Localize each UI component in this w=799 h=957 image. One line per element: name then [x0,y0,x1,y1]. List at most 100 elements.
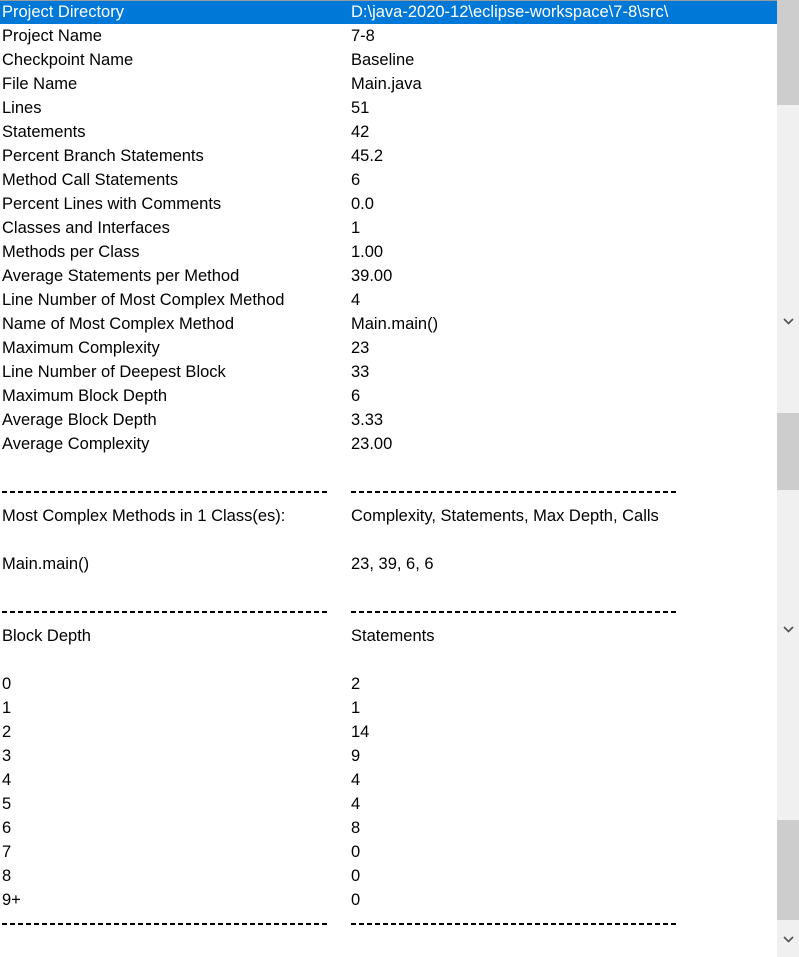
metric-row-label: Average Block Depth [2,411,157,429]
metric-row[interactable]: Classes and Interfaces 1 [0,216,777,240]
scrollbar-column[interactable] [777,0,799,957]
metric-row[interactable]: Average Complexity 23.00 [0,432,777,456]
metric-row-value: 7-8 [351,27,375,45]
metric-row-value: 51 [351,99,370,117]
metric-row-value: 33 [351,363,370,381]
metric-row-label: Average Statements per Method [2,267,240,285]
separator-complex-methods [0,480,777,504]
block-depth-row-value: 9 [351,747,361,765]
metrics-list[interactable]: Project Directory D:\java-2020-12\eclipse… [0,0,777,456]
metrics-report-pane[interactable]: Project Directory D:\java-2020-12\eclipse… [0,0,777,957]
metric-row-label: Lines [2,99,42,117]
block-depth-gap [0,648,777,672]
separator-right-segment [351,923,678,925]
block-depth-row-label: 7 [2,843,12,861]
block-depth-row-label: 3 [2,747,12,765]
block-depth-row-label: 4 [2,771,12,789]
metric-row-label: File Name [2,75,78,93]
block-depth-header-label: Block Depth [2,627,91,645]
metric-row-value: 6 [351,387,361,405]
metric-row[interactable]: Project Directory D:\java-2020-12\eclipse… [0,0,777,24]
block-depth-row[interactable]: 9+ 0 [0,888,777,912]
block-depth-row-value: 0 [351,843,361,861]
metric-row[interactable]: Checkpoint Name Baseline [0,48,777,72]
metric-row[interactable]: Lines 51 [0,96,777,120]
metric-row-value: Baseline [351,51,415,69]
metric-row[interactable]: File Name Main.java [0,72,777,96]
chevron-down-icon[interactable] [777,620,799,638]
block-depth-row-value: 4 [351,771,361,789]
metric-row-label: Maximum Complexity [2,339,160,357]
metric-row-label: Checkpoint Name [2,51,134,69]
metric-row[interactable]: Percent Branch Statements 45.2 [0,144,777,168]
block-depth-table[interactable]: 0 2 1 1 2 14 3 9 4 4 5 4 6 8 7 0 8 0 9+ 0 [0,672,777,912]
metric-row-label: Line Number of Most Complex Method [2,291,285,309]
block-depth-row-value: 8 [351,819,361,837]
block-depth-row-label: 6 [2,819,12,837]
chevron-down-icon[interactable] [777,312,799,330]
complex-method-row[interactable]: Main.main() 23, 39, 6, 6 [0,552,777,576]
block-depth-row[interactable]: 2 14 [0,720,777,744]
metric-row-value: 23.00 [351,435,393,453]
metric-row-value: 1 [351,219,361,237]
block-depth-row[interactable]: 80 [0,864,777,888]
metric-row[interactable]: Maximum Complexity 23 [0,336,777,360]
metric-row[interactable]: Maximum Block Depth 6 [0,384,777,408]
metric-row-value: 42 [351,123,370,141]
separator-left-segment [2,923,327,925]
block-depth-row-label: 9+ [2,891,21,909]
scrollbar-upper-thumb[interactable] [777,0,799,105]
complex-methods-list[interactable]: Main.main() 23, 39, 6, 6 [0,552,777,576]
block-depth-row[interactable]: 02 [0,672,777,696]
metric-row-value: Main.main() [351,315,439,333]
metric-row-value: 39.00 [351,267,393,285]
metric-row[interactable]: Line Number of Most Complex Method 4 [0,288,777,312]
metric-row[interactable]: Project Name 7-8 [0,24,777,48]
metric-row-value: Main.java [351,75,422,93]
metric-row-value: 45.2 [351,147,384,165]
block-depth-row[interactable]: 54 [0,792,777,816]
metric-row-value: D:\java-2020-12\eclipse-workspace\7-8\sr… [351,3,669,21]
metric-row[interactable]: Percent Lines with Comments 0.0 [0,192,777,216]
block-depth-row[interactable]: 44 [0,768,777,792]
separator-block-depth [0,600,777,624]
scrollbar-upper[interactable] [777,0,799,410]
block-depth-row-value: 1 [351,699,361,717]
block-depth-row-label: 1 [2,699,12,717]
metric-row-label: Method Call Statements [2,171,179,189]
metric-row[interactable]: Line Number of Deepest Block 33 [0,360,777,384]
block-depth-row-value: 0 [351,891,361,909]
block-depth-row[interactable]: 68 [0,816,777,840]
metric-row-value: 6 [351,171,361,189]
scrollbar-lower-thumb[interactable] [777,820,799,920]
metric-row[interactable]: Name of Most Complex Method Main.main() [0,312,777,336]
block-depth-row-value: 0 [351,867,361,885]
metric-row[interactable]: Average Block Depth 3.33 [0,408,777,432]
block-depth-row-label: 0 [2,675,12,693]
metric-row-value: 23 [351,339,370,357]
block-depth-row[interactable]: 39 [0,744,777,768]
complex-methods-gap [0,528,777,552]
metric-row-label: Maximum Block Depth [2,387,168,405]
metric-row[interactable]: Methods per Class 1.00 [0,240,777,264]
block-depth-row[interactable]: 70 [0,840,777,864]
separator-left-segment [2,611,327,613]
metric-row-value: 4 [351,291,361,309]
metric-row[interactable]: Statements 42 [0,120,777,144]
block-depth-row[interactable]: 11 [0,696,777,720]
complex-methods-header-label: Most Complex Methods in 1 Class(es): [2,507,286,525]
block-depth-header-value: Statements [351,627,435,645]
complex-method-row-label: Main.main() [2,555,90,573]
scrollbar-lower[interactable] [777,820,799,957]
metric-row-value: 1.00 [351,243,384,261]
block-depth-row-value: 14 [351,723,370,741]
metric-row[interactable]: Average Statements per Method 39.00 [0,264,777,288]
complex-methods-header: Most Complex Methods in 1 Class(es): Com… [0,504,777,528]
metric-row[interactable]: Method Call Statements 6 [0,168,777,192]
block-depth-row-label: 5 [2,795,12,813]
scrollbar-middle-thumb[interactable] [777,413,799,490]
block-depth-row-label: 8 [2,867,12,885]
chevron-down-icon[interactable] [777,930,799,948]
scrollbar-middle[interactable] [777,410,799,820]
separator-right-segment [351,491,678,493]
